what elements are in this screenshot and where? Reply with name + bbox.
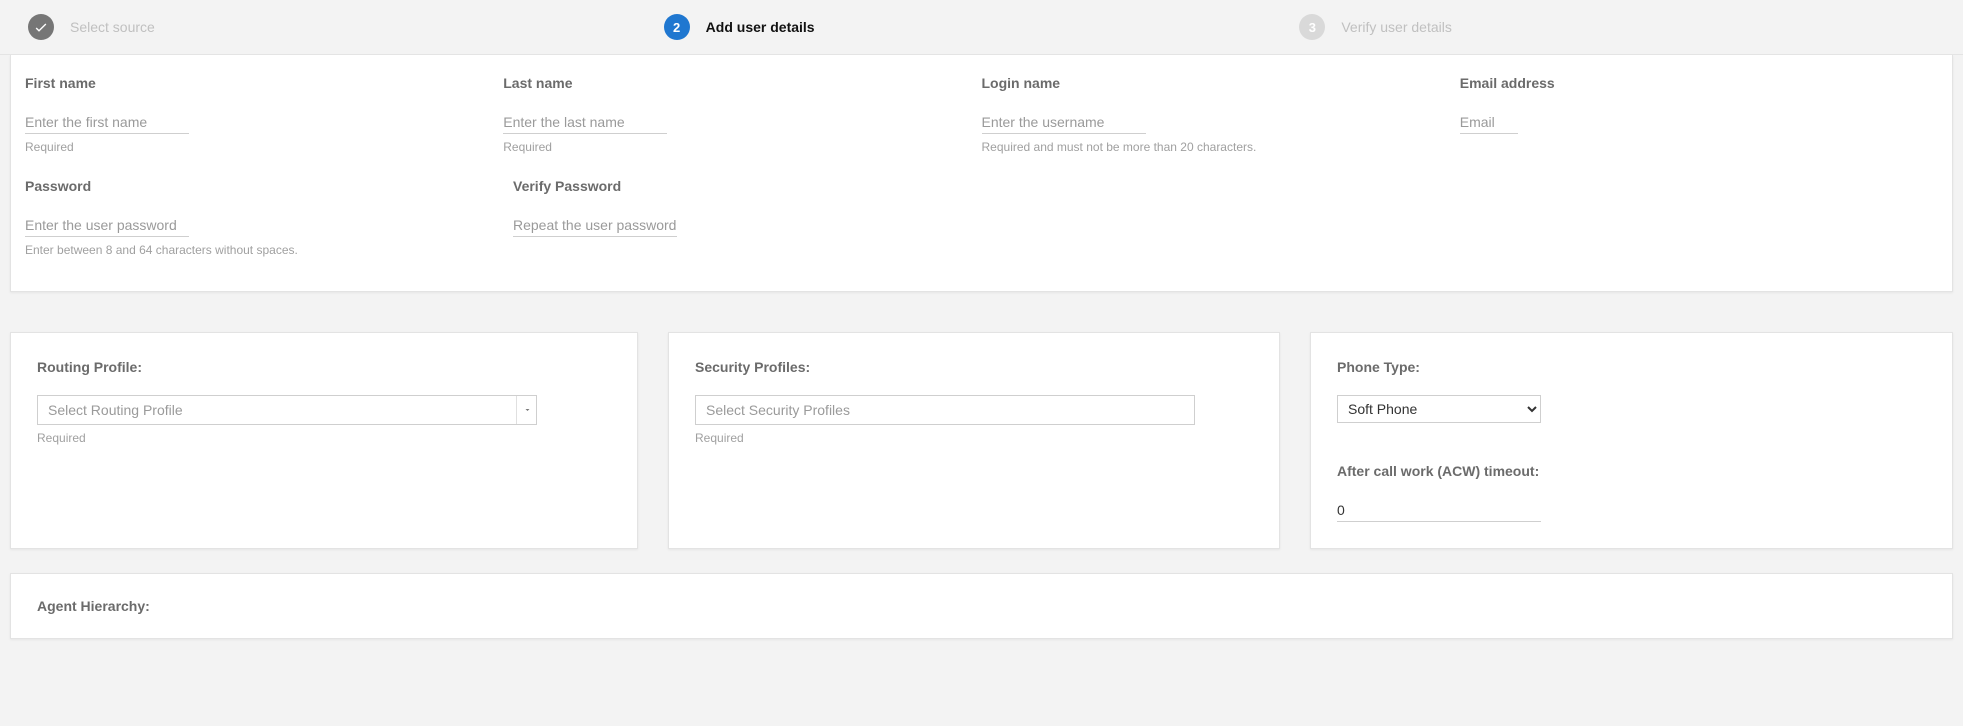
last-name-input[interactable] <box>503 111 667 134</box>
first-name-input[interactable] <box>25 111 189 134</box>
email-group: Email address <box>1460 75 1938 154</box>
password-input[interactable] <box>25 214 189 237</box>
routing-profile-helper: Required <box>37 431 611 445</box>
security-profiles-card: Security Profiles: Select Security Profi… <box>668 332 1280 549</box>
email-input[interactable] <box>1460 111 1518 134</box>
wizard-stepper: Select source 2 Add user details 3 Verif… <box>0 0 1963 55</box>
last-name-helper: Required <box>503 140 941 154</box>
password-group: Password Enter between 8 and 64 characte… <box>25 178 513 257</box>
security-profiles-helper: Required <box>695 431 1253 445</box>
password-label: Password <box>25 178 473 194</box>
check-icon <box>28 14 54 40</box>
step-label: Verify user details <box>1341 19 1452 35</box>
phone-type-label: Phone Type: <box>1337 359 1926 375</box>
login-name-input[interactable] <box>982 111 1146 134</box>
first-name-group: First name Required <box>25 75 503 154</box>
login-name-helper: Required and must not be more than 20 ch… <box>982 140 1420 154</box>
login-name-label: Login name <box>982 75 1420 91</box>
login-name-group: Login name Required and must not be more… <box>982 75 1460 154</box>
acw-timeout-label: After call work (ACW) timeout: <box>1337 463 1926 479</box>
verify-password-group: Verify Password <box>513 178 1001 257</box>
step-select-source[interactable]: Select source <box>28 14 664 40</box>
security-profiles-select[interactable]: Select Security Profiles <box>695 395 1195 425</box>
security-profiles-placeholder: Select Security Profiles <box>706 402 1184 418</box>
acw-timeout-input[interactable] <box>1337 499 1541 522</box>
step-number: 3 <box>1299 14 1325 40</box>
step-label: Add user details <box>706 19 815 35</box>
verify-password-input[interactable] <box>513 214 677 237</box>
phone-type-card: Phone Type: Soft Phone After call work (… <box>1310 332 1953 549</box>
identity-panel: First name Required Last name Required L… <box>10 55 1953 292</box>
settings-row: Routing Profile: Select Routing Profile … <box>0 332 1963 549</box>
security-profiles-label: Security Profiles: <box>695 359 1253 375</box>
agent-hierarchy-label: Agent Hierarchy: <box>37 598 1926 614</box>
last-name-label: Last name <box>503 75 941 91</box>
routing-profile-label: Routing Profile: <box>37 359 611 375</box>
step-verify-user-details[interactable]: 3 Verify user details <box>1299 14 1935 40</box>
first-name-helper: Required <box>25 140 463 154</box>
step-add-user-details[interactable]: 2 Add user details <box>664 14 1300 40</box>
verify-password-label: Verify Password <box>513 178 961 194</box>
chevron-down-icon <box>516 396 530 424</box>
email-label: Email address <box>1460 75 1898 91</box>
password-helper: Enter between 8 and 64 characters withou… <box>25 243 473 257</box>
phone-type-select[interactable]: Soft Phone <box>1337 395 1541 423</box>
step-label: Select source <box>70 19 155 35</box>
first-name-label: First name <box>25 75 463 91</box>
routing-profile-select[interactable]: Select Routing Profile <box>37 395 537 425</box>
routing-profile-card: Routing Profile: Select Routing Profile … <box>10 332 638 549</box>
last-name-group: Last name Required <box>503 75 981 154</box>
step-number: 2 <box>664 14 690 40</box>
routing-profile-placeholder: Select Routing Profile <box>48 402 516 418</box>
agent-hierarchy-panel: Agent Hierarchy: <box>10 573 1953 639</box>
